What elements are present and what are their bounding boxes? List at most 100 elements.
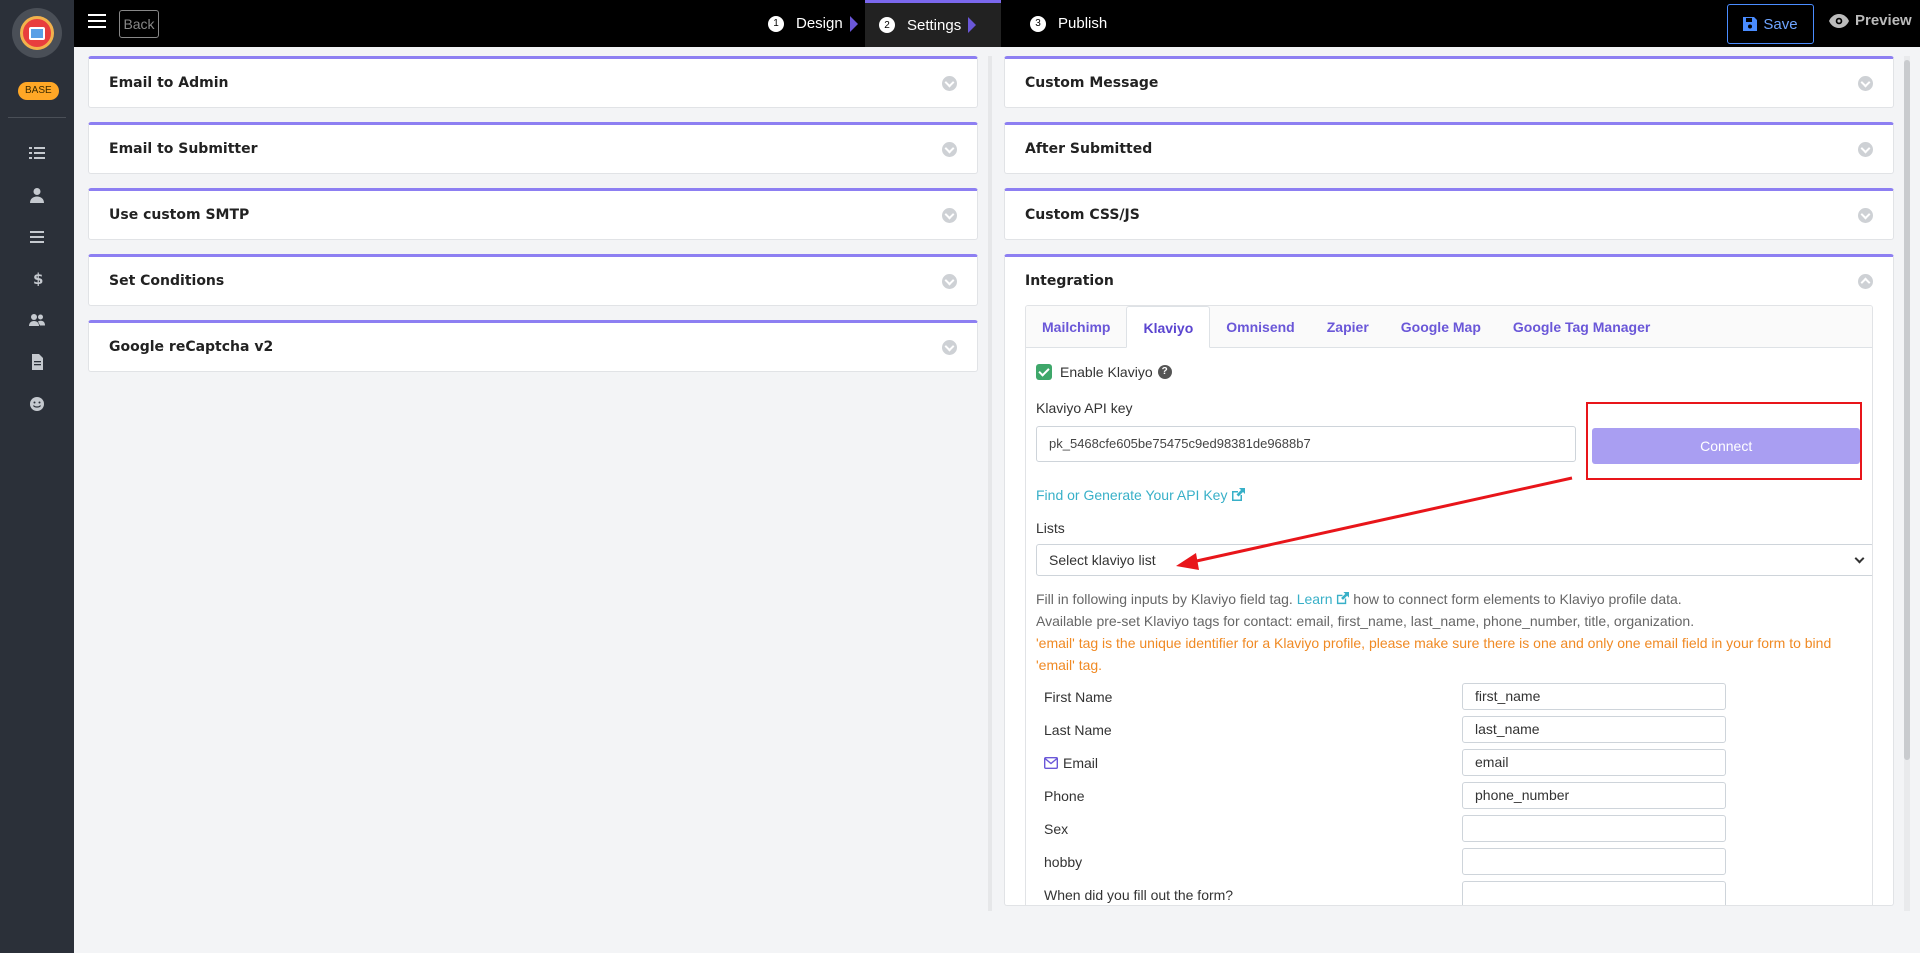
learn-link[interactable]: Learn [1297, 591, 1333, 607]
panel-email-to-submitter[interactable]: Email to Submitter [88, 122, 978, 174]
external-link-icon [1232, 488, 1246, 501]
hamburger-menu-icon[interactable] [88, 14, 106, 32]
right-scrollbar-thumb[interactable] [1904, 60, 1910, 760]
plan-badge: BASE [18, 82, 59, 100]
field-tag-input[interactable] [1462, 881, 1726, 905]
info-line1-post: how to connect form elements to Klaviyo … [1353, 591, 1682, 607]
logo-icon [20, 16, 54, 50]
table-row: Last Name last_name [1036, 713, 1862, 746]
chevron-down-icon[interactable] [942, 273, 957, 289]
panel-custom-css-js[interactable]: Custom CSS/JS [1004, 188, 1894, 240]
info-line1-pre: Fill in following inputs by Klaviyo fiel… [1036, 591, 1293, 607]
chevron-down-icon[interactable] [1858, 75, 1873, 91]
enable-klaviyo-label: Enable Klaviyo [1060, 364, 1153, 380]
klaviyo-list-select-value: Select klaviyo list [1049, 552, 1156, 568]
chevron-down-icon[interactable] [1858, 207, 1873, 223]
users-icon[interactable] [27, 310, 47, 330]
step-publish[interactable]: 3 Publish [1020, 0, 1117, 47]
table-row: Sex [1036, 812, 1862, 845]
panel-integration: Integration Mailchimp Klaviyo Omnisend Z… [1004, 254, 1894, 906]
panel-title: Set Conditions [109, 273, 225, 289]
step-publish-label: Publish [1058, 15, 1108, 32]
tab-klaviyo[interactable]: Klaviyo [1126, 306, 1211, 348]
topbar: Back 1 Design 2 Settings 3 Publish Save … [74, 0, 1920, 47]
step-design[interactable]: 1 Design [758, 0, 869, 47]
tab-google-tag-manager[interactable]: Google Tag Manager [1497, 306, 1666, 347]
tab-google-map[interactable]: Google Map [1385, 306, 1497, 347]
left-settings-column: Email to Admin Email to Submitter Use cu… [88, 56, 978, 386]
envelope-icon [1044, 756, 1058, 769]
sidebar-divider [8, 117, 66, 118]
connect-button[interactable]: Connect [1592, 428, 1861, 464]
panel-recaptcha[interactable]: Google reCaptcha v2 [88, 320, 978, 372]
klaviyo-list-select[interactable]: Select klaviyo list [1036, 544, 1872, 576]
panel-title: Custom Message [1025, 75, 1159, 91]
field-tag-input[interactable]: first_name [1462, 683, 1726, 710]
panel-title: Integration [1025, 273, 1114, 289]
chevron-down-icon[interactable] [1858, 141, 1873, 157]
field-tag-input[interactable] [1462, 848, 1726, 875]
step-design-label: Design [796, 15, 843, 32]
save-button[interactable]: Save [1727, 4, 1814, 44]
find-api-key-label: Find or Generate Your API Key [1036, 487, 1228, 503]
email-tag-warning: 'email' tag is the unique identifier for… [1036, 635, 1832, 673]
panel-set-conditions[interactable]: Set Conditions [88, 254, 978, 306]
dollar-icon[interactable]: $ [27, 268, 47, 288]
svg-text:$: $ [33, 270, 43, 286]
field-label: First Name [1044, 688, 1113, 705]
back-button[interactable]: Back [119, 10, 159, 38]
step-settings[interactable]: 2 Settings [865, 0, 1001, 47]
external-link-icon [1337, 592, 1350, 605]
api-key-input[interactable]: pk_5468cfe605be75475c9ed98381de9688b7 [1036, 426, 1577, 462]
table-row: hobby [1036, 845, 1862, 878]
right-settings-column: Custom Message After Submitted Custom CS… [1004, 56, 1894, 920]
field-tag-input[interactable] [1462, 815, 1726, 842]
panel-title: Custom CSS/JS [1025, 207, 1140, 223]
field-tag-input[interactable]: phone_number [1462, 782, 1726, 809]
info-line2: Available pre-set Klaviyo tags for conta… [1036, 613, 1695, 629]
tab-mailchimp[interactable]: Mailchimp [1026, 306, 1126, 347]
panel-title: Email to Submitter [109, 141, 258, 157]
panel-custom-message[interactable]: Custom Message [1004, 56, 1894, 108]
help-icon[interactable]: ? [1157, 365, 1172, 379]
tab-zapier[interactable]: Zapier [1311, 306, 1385, 347]
app-logo[interactable] [12, 8, 62, 58]
document-icon[interactable] [27, 352, 47, 372]
preview-button[interactable]: Preview [1829, 12, 1912, 29]
panel-custom-smtp[interactable]: Use custom SMTP [88, 188, 978, 240]
table-row: Email email [1036, 746, 1862, 779]
field-label: When did you fill out the form? [1044, 886, 1234, 903]
chevron-up-icon[interactable] [1858, 273, 1873, 289]
smile-icon[interactable] [27, 394, 47, 414]
field-label: Sex [1044, 820, 1069, 837]
chevron-down-icon[interactable] [942, 207, 957, 223]
preview-label: Preview [1855, 12, 1912, 29]
info-text: Fill in following inputs by Klaviyo fiel… [1036, 588, 1862, 632]
field-label: Last Name [1044, 721, 1112, 738]
panel-after-submitted[interactable]: After Submitted [1004, 122, 1894, 174]
enable-klaviyo-checkbox[interactable] [1036, 364, 1052, 380]
find-api-key-link[interactable]: Find or Generate Your API Key [1036, 486, 1862, 504]
api-key-row: pk_5468cfe605be75475c9ed98381de9688b7 Co… [1036, 402, 1862, 480]
floppy-disk-icon [1743, 17, 1758, 31]
panel-email-to-admin[interactable]: Email to Admin [88, 56, 978, 108]
klaviyo-tab-content: Enable Klaviyo ? Klaviyo API key pk_5468… [1026, 348, 1872, 905]
chevron-down-icon[interactable] [942, 75, 957, 91]
save-label: Save [1763, 15, 1798, 33]
table-row: First Name first_name [1036, 680, 1862, 713]
menu-icon[interactable] [27, 227, 47, 247]
tab-omnisend[interactable]: Omnisend [1210, 306, 1310, 347]
lists-label: Lists [1036, 520, 1065, 536]
chevron-down-icon[interactable] [942, 339, 957, 355]
field-tag-input[interactable]: email [1462, 749, 1726, 776]
connect-highlight-box: Connect [1586, 402, 1862, 480]
list-icon[interactable] [27, 143, 47, 163]
panel-title: After Submitted [1025, 141, 1153, 157]
field-tag-input[interactable]: last_name [1462, 716, 1726, 743]
chevron-down-icon[interactable] [942, 141, 957, 157]
step-settings-label: Settings [907, 16, 962, 34]
enable-klaviyo-row: Enable Klaviyo ? [1036, 360, 1862, 384]
left-scrollbar[interactable] [988, 56, 992, 911]
chevron-right-icon [968, 17, 977, 33]
user-icon[interactable] [27, 185, 47, 205]
